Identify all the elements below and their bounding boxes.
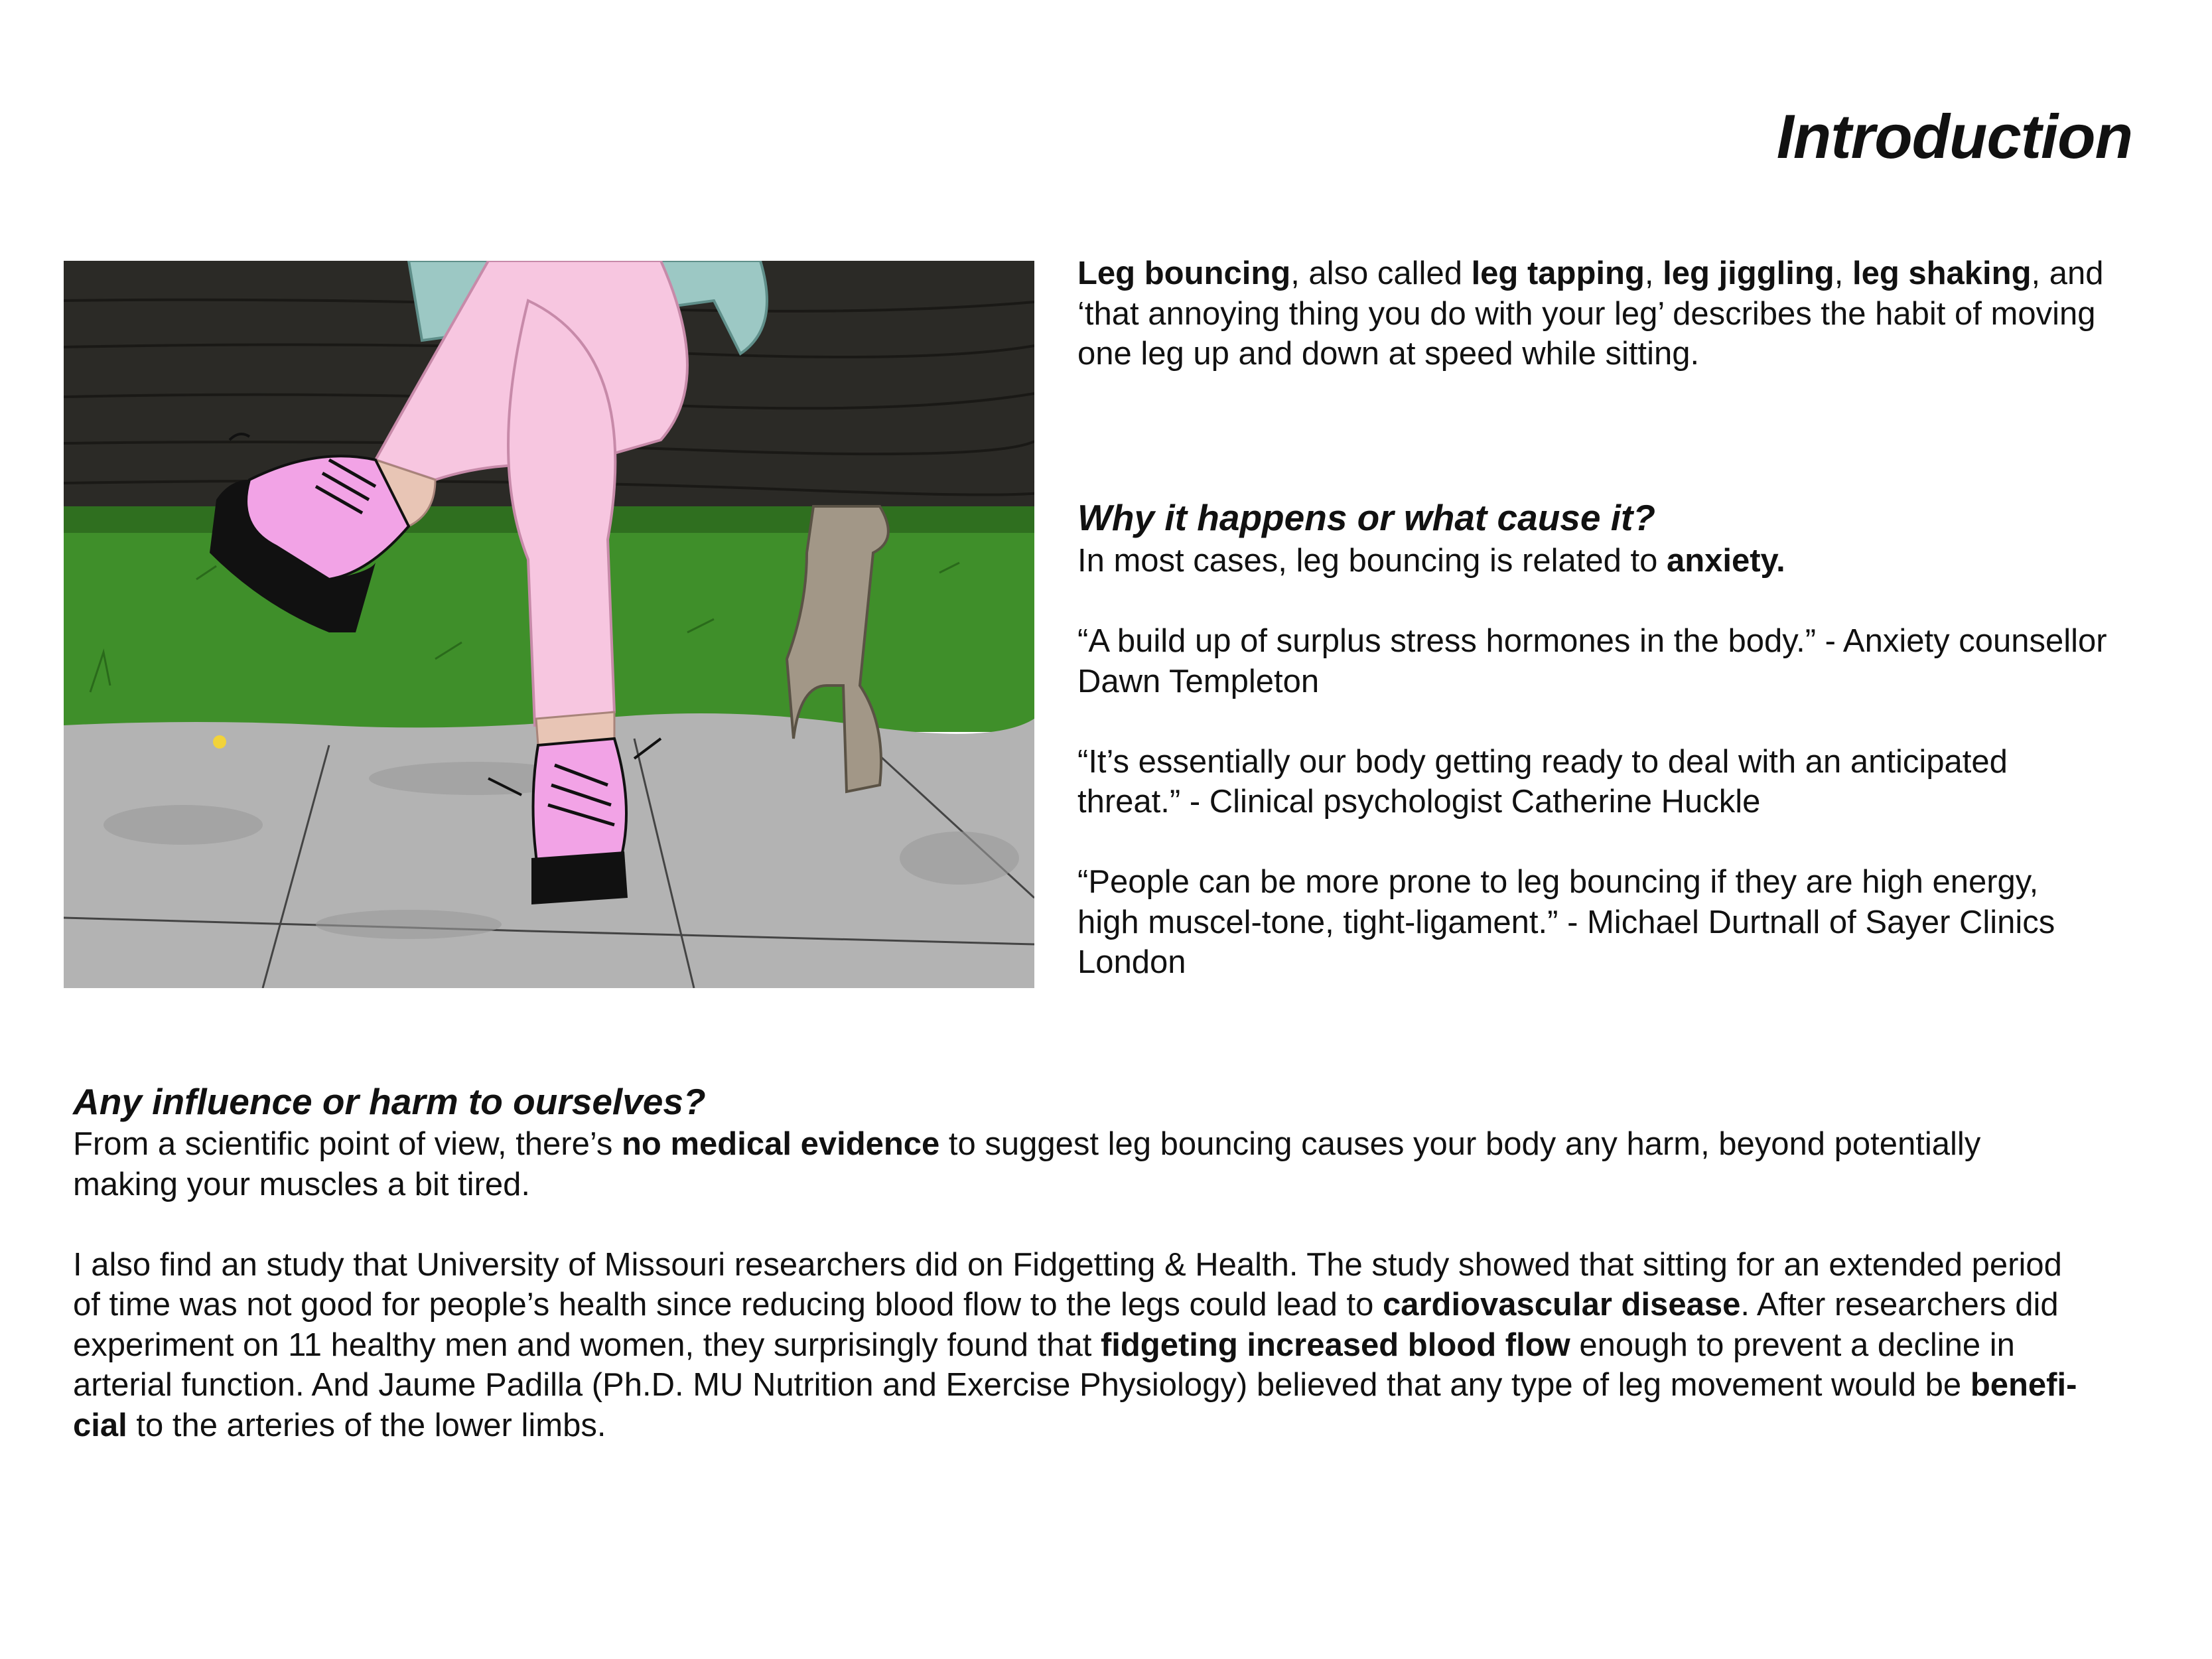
intro-text: , (1834, 255, 1852, 291)
term-fidgeting-blood-flow: fidgeting increased blood flow (1100, 1327, 1570, 1363)
term-leg-shaking: leg shaking (1852, 255, 2032, 291)
quote-3-line-2: high muscel-tone, tight-ligament.” - Mic… (1077, 904, 2055, 940)
term-no-medical-evidence: no medical evidence (622, 1126, 940, 1162)
page-title: Introduction (1776, 102, 2133, 171)
harm-p2-line-4: arterial function. And Jaume Padilla (Ph… (73, 1365, 2156, 1406)
intro-line-1: Leg bouncing, also called leg tapping, l… (1077, 253, 2166, 294)
harm-p2-line-3: experiment on 11 healthy men and women, … (73, 1325, 2156, 1366)
term-leg-jiggling: leg jiggling (1663, 255, 1834, 291)
harm-p2-line-5: cial to the arteries of the lower limbs. (73, 1406, 2156, 1446)
harm-p2-line-2: of time was not good for people’s health… (73, 1285, 2156, 1325)
why-text: In most cases, leg bouncing is related t… (1077, 543, 1667, 579)
harm-text: experiment on 11 healthy men and women, … (73, 1327, 1101, 1363)
harm-text: to the arteries of the lower limbs. (127, 1407, 606, 1443)
quote-3-line-1: “People can be more prone to leg bouncin… (1077, 864, 2039, 900)
harm-paragraph: From a scientific point of view, there’s… (73, 1124, 2156, 1445)
standing-shoe (531, 737, 628, 873)
flower (213, 735, 226, 749)
why-line-1: In most cases, leg bouncing is related t… (1077, 541, 2166, 581)
leg-bouncing-illustration (64, 261, 1034, 988)
harm-p1-line-2: making your muscles a bit tired. (73, 1166, 530, 1202)
intro-line-2: ‘that annoying thing you do with your le… (1077, 295, 2096, 332)
quote-1-line-1: “A build up of surplus stress hormones i… (1077, 623, 2107, 659)
quote-3-line-3: London (1077, 944, 1186, 980)
standing-sole (531, 851, 628, 904)
quote-2-line-2: threat.” - Clinical psychologist Catheri… (1077, 784, 1761, 820)
term-beneficial-cont: cial (73, 1407, 127, 1443)
intro-paragraph: Leg bouncing, also called leg tapping, l… (1077, 253, 2166, 374)
term-leg-bouncing: Leg bouncing (1077, 255, 1291, 291)
illustration-svg (64, 261, 1034, 988)
harm-text: to suggest leg bouncing causes your body… (939, 1126, 1981, 1162)
harm-text: arterial function. And Jaume Padilla (Ph… (73, 1367, 1970, 1403)
term-beneficial: benefi- (1970, 1367, 2077, 1403)
harm-text: of time was not good for people’s health… (73, 1287, 1383, 1323)
quote-1-line-2: Dawn Templeton (1077, 663, 1320, 699)
harm-text: enough to prevent a decline in (1570, 1327, 2015, 1363)
intro-line-3: one leg up and down at speed while sitti… (1077, 336, 1700, 372)
intro-text: , also called (1290, 255, 1472, 291)
intro-text: , (1644, 255, 1663, 291)
term-cardiovascular-disease: cardiovascular disease (1382, 1287, 1741, 1323)
harm-p1-line-1: From a scientific point of view, there’s… (73, 1124, 2156, 1165)
intro-text: , and (2031, 255, 2104, 291)
harm-heading: Any influence or harm to ourselves? (73, 1081, 706, 1122)
why-heading: Why it happens or what cause it? (1077, 497, 1655, 538)
why-paragraph: In most cases, leg bouncing is related t… (1077, 541, 2166, 983)
quote-2-line-1: “It’s essentially our body getting ready… (1077, 743, 2008, 780)
harm-text: . After researchers did (1740, 1287, 2059, 1323)
term-leg-tapping: leg tapping (1471, 255, 1645, 291)
harm-p2-line-1: I also find an study that University of … (73, 1246, 2062, 1283)
term-anxiety: anxiety. (1666, 543, 1785, 579)
harm-text: From a scientific point of view, there’s (73, 1126, 622, 1162)
